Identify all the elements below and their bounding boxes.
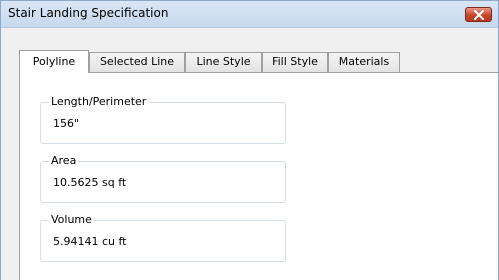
tab-polyline[interactable]: Polyline [19,50,89,73]
title-bar[interactable]: Stair Landing Specification [1,1,498,28]
volume-group: Volume 5.94141 cu ft [40,213,286,262]
volume-value: 5.94141 cu ft [53,235,127,248]
area-group: Area 10.5625 sq ft [40,154,286,203]
tab-selected-line[interactable]: Selected Line [89,52,185,72]
dialog-window: Stair Landing Specification Polyline Sel… [0,0,499,280]
window-title: Stair Landing Specification [8,6,169,20]
length-perimeter-label: Length/Perimeter [49,95,149,109]
length-perimeter-group: Length/Perimeter 156" [40,95,286,144]
tab-fill-style[interactable]: Fill Style [262,52,328,72]
area-value: 10.5625 sq ft [53,176,127,189]
tab-materials[interactable]: Materials [328,52,400,72]
volume-label: Volume [49,213,94,227]
close-button[interactable] [465,7,492,22]
area-label: Area [49,154,79,168]
length-perimeter-value: 156" [53,117,80,130]
tab-line-style[interactable]: Line Style [185,52,262,72]
tab-panel-polyline: Length/Perimeter 156" Area 10.5625 sq ft… [19,72,498,280]
close-icon [474,10,484,20]
